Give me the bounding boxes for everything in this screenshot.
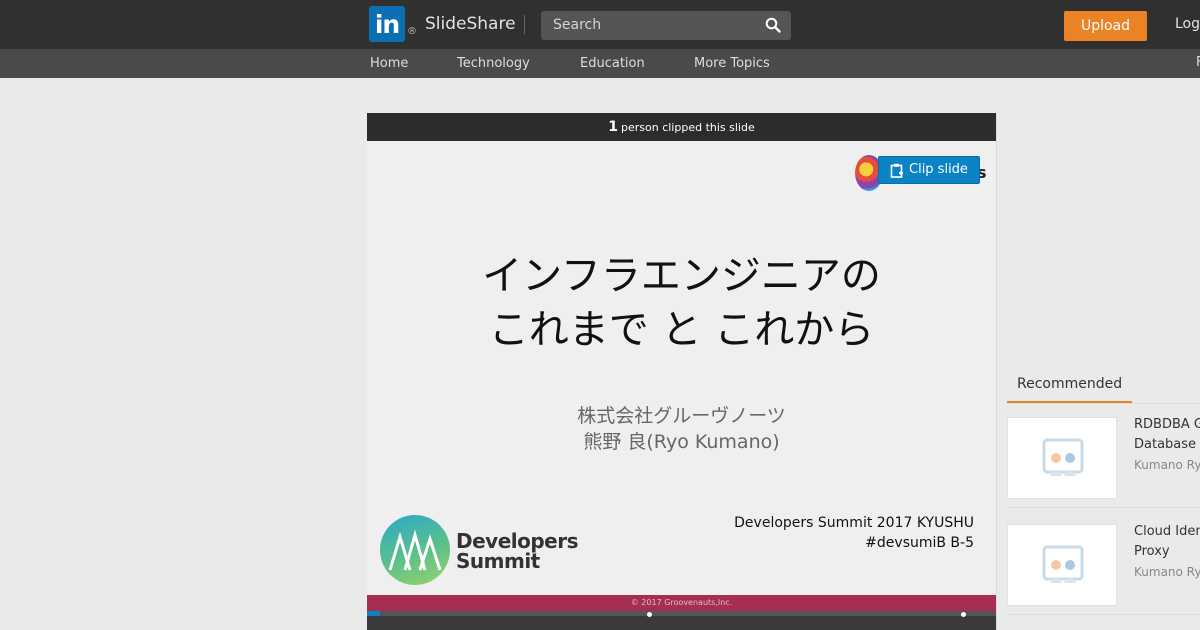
recommended-author[interactable]: Kumano Ry: [1134, 565, 1200, 579]
wordmark-line-1: Developers: [456, 529, 579, 553]
clip-slide-button[interactable]: Clip slide: [878, 156, 980, 184]
sidebar-divider: [996, 113, 997, 630]
linkedin-logo[interactable]: in: [369, 6, 405, 42]
nav-education[interactable]: Education: [580, 56, 645, 71]
slideshare-placeholder-icon: [1042, 545, 1084, 583]
slide-footer-strip: © 2017 Groovenauts,Inc.: [367, 595, 996, 611]
slide-progress-fill: [367, 611, 380, 616]
slide-presenter: 株式会社グルーヴノーツ 熊野 良(Ryo Kumano): [367, 403, 996, 455]
slide-viewer[interactable]: s インフラエンジニアの これまで と これから 株式会社グルーヴノーツ 熊野 …: [367, 141, 996, 595]
clip-count: 1: [608, 119, 618, 135]
developers-summit-logo: [380, 515, 450, 585]
recommended-thumbnail[interactable]: [1007, 417, 1117, 499]
slide-title-line-1: インフラエンジニアの: [482, 253, 881, 299]
recommended-item[interactable]: Cloud Iden Proxy Kumano Ry: [1007, 511, 1200, 615]
event-session: #devsumiB B-5: [865, 535, 974, 551]
slide-copyright: © 2017 Groovenauts,Inc.: [630, 598, 733, 607]
tree-icon: [388, 529, 442, 571]
progress-marker[interactable]: [647, 612, 652, 617]
nav-edge-item[interactable]: F: [1196, 55, 1200, 70]
upload-button[interactable]: Upload: [1064, 11, 1147, 41]
clip-count-text: person clipped this slide: [621, 121, 755, 134]
slide-title: インフラエンジニアの これまで と これから: [367, 249, 996, 357]
top-bar: in ® SlideShare Search Upload Log: [0, 0, 1200, 49]
brand-divider: [524, 15, 525, 34]
developers-summit-wordmark: Developers Summit: [456, 529, 579, 573]
clip-slide-label: Clip slide: [909, 162, 968, 177]
progress-marker[interactable]: [961, 612, 966, 617]
slideshare-placeholder-icon: [1042, 438, 1084, 476]
clip-count-bar: 1 person clipped this slide: [367, 113, 996, 141]
slide-progress-bar[interactable]: [367, 611, 996, 616]
recommended-author[interactable]: Kumano Ry: [1134, 458, 1200, 472]
registered-mark: ®: [407, 26, 417, 37]
player-controls: [367, 611, 996, 630]
nav-technology[interactable]: Technology: [457, 56, 530, 71]
recommended-title[interactable]: RDBDBA G Database: [1134, 415, 1200, 457]
recommended-title[interactable]: Cloud Iden Proxy: [1134, 522, 1200, 564]
search-input[interactable]: Search: [541, 11, 791, 40]
recommended-separator: [1007, 507, 1200, 508]
search-placeholder: Search: [553, 17, 602, 33]
recommended-separator: [1007, 614, 1200, 615]
event-info: Developers Summit 2017 KYUSHU #devsumiB …: [734, 513, 974, 553]
tab-recommended[interactable]: Recommended: [1007, 366, 1132, 404]
topic-nav: Home Technology Education More Topics F: [0, 49, 1200, 78]
recommended-item[interactable]: RDBDBA G Database Kumano Ry: [1007, 404, 1200, 508]
slide-title-line-2: これまで と これから: [488, 307, 875, 353]
clipboard-icon: [890, 163, 903, 178]
brand-name[interactable]: SlideShare: [425, 14, 516, 34]
presenter-name: 熊野 良(Ryo Kumano): [583, 431, 780, 453]
presenter-company: 株式会社グルーヴノーツ: [577, 405, 786, 427]
recommended-thumbnail[interactable]: [1007, 524, 1117, 606]
wordmark-line-2: Summit: [456, 549, 540, 573]
nav-home[interactable]: Home: [370, 56, 408, 71]
search-icon[interactable]: [765, 17, 781, 33]
nav-more-topics[interactable]: More Topics: [694, 56, 770, 71]
event-name: Developers Summit 2017 KYUSHU: [734, 515, 974, 531]
login-link[interactable]: Log: [1175, 16, 1200, 32]
